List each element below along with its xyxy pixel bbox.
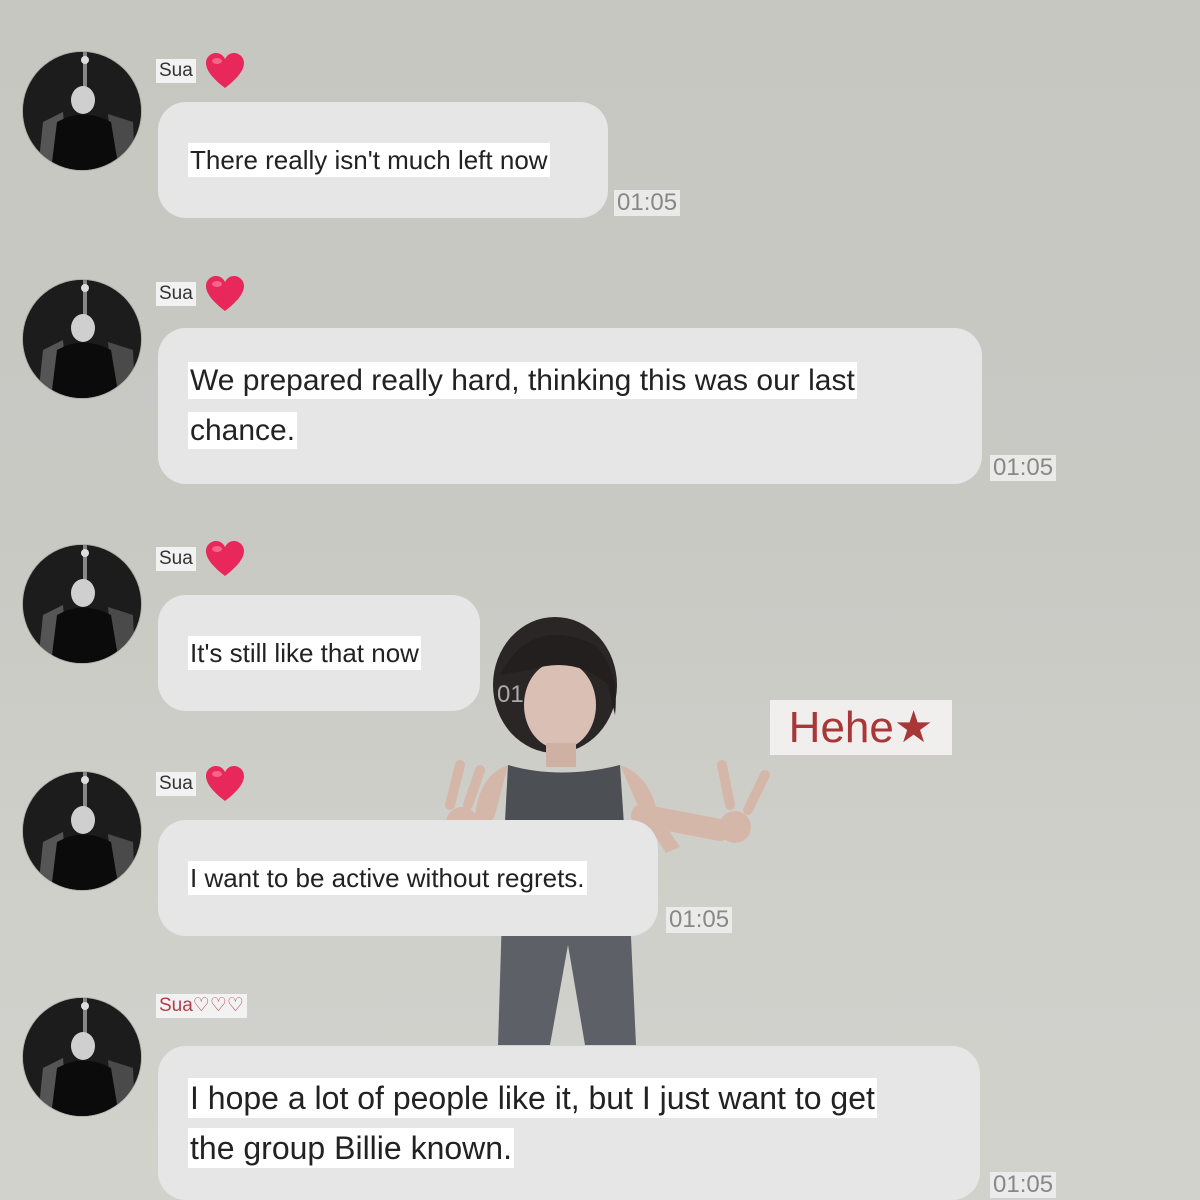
sender-name-tag: Sua <box>156 540 246 578</box>
message-bubble[interactable]: I want to be active without regrets. <box>158 820 658 936</box>
message-text-line: the group Billie known. <box>188 1128 514 1168</box>
heart-icon <box>205 541 244 576</box>
message-text: There really isn't much left now <box>188 134 550 186</box>
message-text-line: I hope a lot of people like it, but I ju… <box>188 1078 877 1118</box>
message-text-line: It's still like that now <box>188 636 421 670</box>
avatar[interactable] <box>23 772 141 890</box>
sender-name: Sua <box>156 59 196 83</box>
message-bubble[interactable]: We prepared really hard, thinking this w… <box>158 328 982 484</box>
message-text: We prepared really hard, thinking this w… <box>188 356 857 456</box>
message-timestamp: 01:05 <box>614 190 681 216</box>
message-timestamp: 01:05 <box>666 907 733 933</box>
message-text-line: There really isn't much left now <box>188 143 550 177</box>
message-bubble[interactable]: It's still like that now <box>158 595 480 711</box>
message-timestamp: 01:05 <box>990 455 1057 481</box>
message-timestamp: 01:05 <box>990 1172 1057 1198</box>
sender-name-tag: Sua <box>156 275 246 313</box>
message-text: I want to be active without regrets. <box>188 852 587 904</box>
message-timestamp: 01 <box>497 681 524 708</box>
sender-name: Sua♡♡♡ <box>156 994 247 1018</box>
heart-icon <box>205 766 244 801</box>
sender-name-tag: Sua <box>156 52 246 90</box>
hehe-sticker: Hehe★ <box>770 700 952 755</box>
avatar[interactable] <box>23 52 141 170</box>
message-text-line: chance. <box>188 412 298 449</box>
sender-name: Sua <box>156 547 196 571</box>
avatar[interactable] <box>23 545 141 663</box>
heart-icon <box>205 53 244 88</box>
message-bubble[interactable]: There really isn't much left now <box>158 102 608 218</box>
heart-icon <box>205 276 244 311</box>
message-text-line: I want to be active without regrets. <box>188 861 587 895</box>
message-text: I hope a lot of people like it, but I ju… <box>188 1073 877 1173</box>
avatar[interactable] <box>23 998 141 1116</box>
avatar[interactable] <box>23 280 141 398</box>
message-bubble[interactable]: I hope a lot of people like it, but I ju… <box>158 1046 980 1200</box>
sender-name-tag: Sua <box>156 765 246 803</box>
message-text-line: We prepared really hard, thinking this w… <box>188 362 857 399</box>
sender-name-tag: Sua♡♡♡ <box>156 994 247 1018</box>
sender-name: Sua <box>156 772 196 796</box>
sender-name: Sua <box>156 282 196 306</box>
message-text: It's still like that now <box>188 627 421 679</box>
